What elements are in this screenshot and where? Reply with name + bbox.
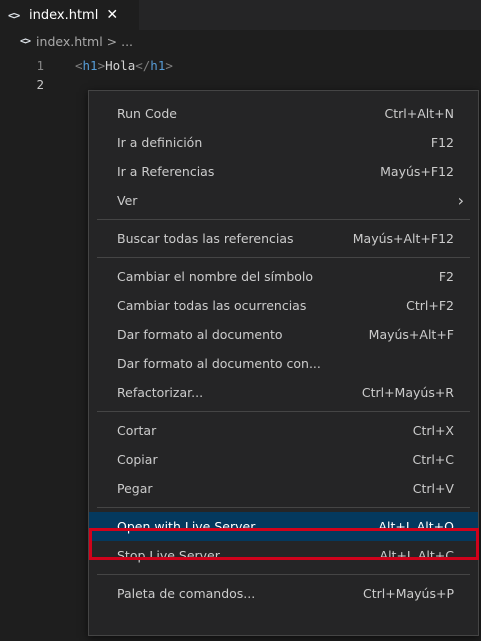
menu-separator [97,574,470,575]
menu-item-shortcut: Ctrl+C [412,452,454,467]
breadcrumb[interactable]: <> index.html > ... [0,30,481,52]
menu-item-ver[interactable]: Ver › [89,186,478,215]
menu-item-shortcut: Ctrl+Mayús+P [362,586,454,601]
menu-item-label: Dar formato al documento [117,327,283,342]
menu-item-pegar[interactable]: Pegar Ctrl+V [89,474,478,503]
menu-item-shortcut: F12 [430,135,454,150]
menu-item-shortcut: Ctrl+V [412,481,454,496]
menu-item-label: Refactorizar... [117,385,204,400]
menu-item-label: Ver [117,193,138,208]
menu-item-refactorizar[interactable]: Refactorizar... Ctrl+Mayús+R [89,378,478,407]
menu-item-shortcut: Mayús+Alt+F12 [352,231,454,246]
editor-line[interactable]: 1 <h1>Hola</h1> [0,56,481,75]
line-number: 2 [36,77,44,92]
vscode-window: <> index.html ✕ <> index.html > ... 1 <h… [0,0,481,641]
menu-separator [97,411,470,412]
menu-item-label: Cambiar todas las ocurrencias [117,298,307,313]
breadcrumb-path[interactable]: index.html > ... [36,34,133,49]
tab-bar: <> index.html ✕ [0,0,481,30]
menu-item-label: Copiar [117,452,158,467]
menu-item-label: Ir a Referencias [117,164,215,179]
menu-item-shortcut: Mayús+F12 [380,164,454,179]
menu-item-label: Cambiar el nombre del símbolo [117,269,314,284]
menu-separator [97,507,470,508]
menu-item-open-with-live-server[interactable]: Open with Live Server Alt+L Alt+O [89,512,478,541]
close-icon[interactable]: ✕ [106,7,118,23]
menu-item-label: Buscar todas las referencias [117,231,294,246]
tab-label: index.html [29,7,99,23]
menu-item-cambiar-todas-las-ocurrencias[interactable]: Cambiar todas las ocurrencias Ctrl+F2 [89,291,478,320]
line-code[interactable]: <h1>Hola</h1> [75,58,173,73]
menu-item-copiar[interactable]: Copiar Ctrl+C [89,445,478,474]
menu-item-run-code[interactable]: Run Code Ctrl+Alt+N [89,99,478,128]
menu-item-shortcut: Alt+L Alt+C [379,548,454,563]
menu-item-shortcut: Ctrl+Mayús+R [361,385,454,400]
menu-item-shortcut: Ctrl+X [412,423,454,438]
menu-item-stop-live-server[interactable]: Stop Live Server Alt+L Alt+C [89,541,478,570]
menu-item-dar-formato-al-documento[interactable]: Dar formato al documento Mayús+Alt+F [89,320,478,349]
menu-item-label: Run Code [117,106,177,121]
menu-item-label: Pegar [117,481,153,496]
menu-item-label: Stop Live Server [117,548,220,563]
menu-item-shortcut: F2 [438,269,454,284]
context-menu: Run Code Ctrl+Alt+N Ir a definición F12 Ir a… [88,90,479,636]
menu-item-shortcut: Ctrl+Alt+N [384,106,454,121]
tab-index-html[interactable]: <> index.html ✕ [0,0,139,30]
menu-item-dar-formato-al-documento-con[interactable]: Dar formato al documento con... [89,349,478,378]
menu-item-paleta-de-comandos[interactable]: Paleta de comandos... Ctrl+Mayús+P [89,579,478,608]
menu-item-shortcut: Ctrl+F2 [406,298,454,313]
menu-item-label: Paleta de comandos... [117,586,256,601]
menu-item-cortar[interactable]: Cortar Ctrl+X [89,416,478,445]
menu-item-cambiar-el-nombre-del-símbolo[interactable]: Cambiar el nombre del símbolo F2 [89,262,478,291]
menu-separator [97,257,470,258]
menu-item-ir-a-referencias[interactable]: Ir a Referencias Mayús+F12 [89,157,478,186]
menu-item-buscar-todas-las-referencias[interactable]: Buscar todas las referencias Mayús+Alt+F1… [89,224,478,253]
line-number: 1 [36,58,44,73]
menu-item-label: Ir a definición [117,135,203,150]
menu-item-label: Dar formato al documento con... [117,356,321,371]
menu-item-label: Open with Live Server [117,519,256,534]
menu-item-shortcut: Mayús+Alt+F [368,327,454,342]
chevron-right-icon: › [457,191,464,210]
menu-separator [97,219,470,220]
menu-item-shortcut: Alt+L Alt+O [378,519,454,534]
html-file-icon: <> [20,35,31,47]
html-file-icon: <> [8,8,20,22]
menu-item-label: Cortar [117,423,157,438]
menu-item-ir-a-definición[interactable]: Ir a definición F12 [89,128,478,157]
